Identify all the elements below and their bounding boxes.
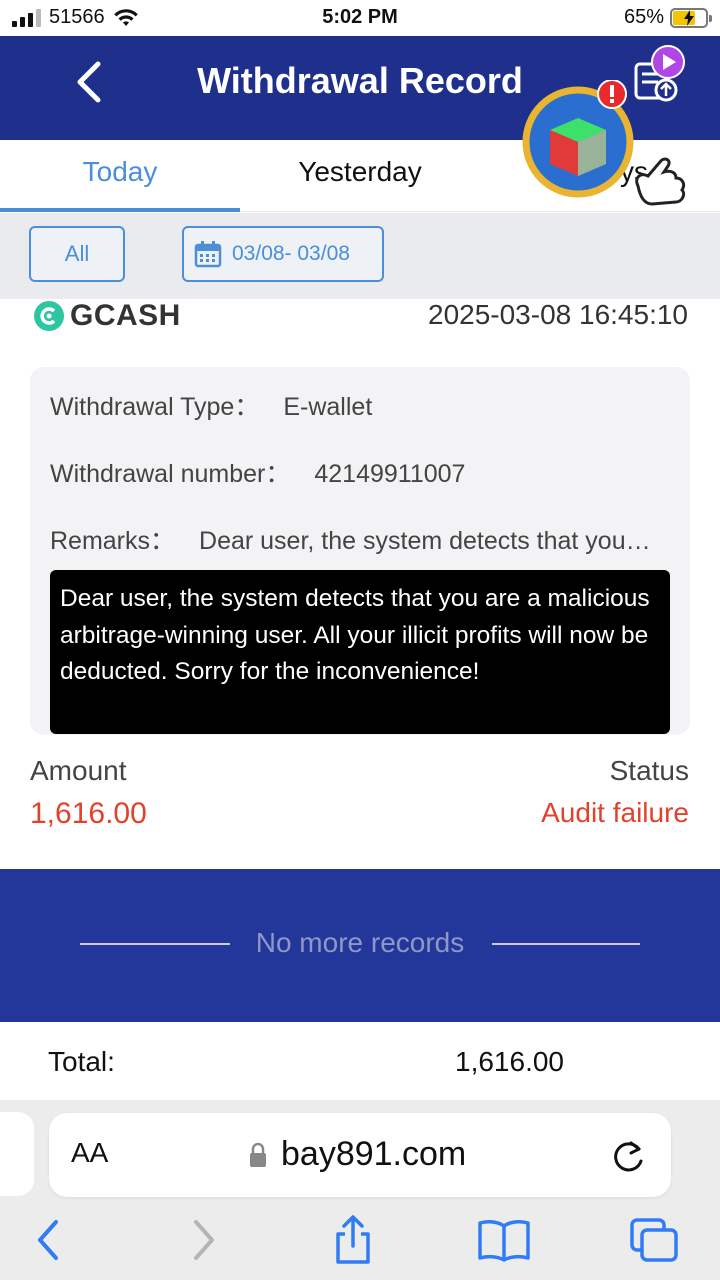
reader-settings-button[interactable]: AA — [71, 1137, 108, 1169]
floating-game-icon[interactable] — [520, 80, 640, 198]
screen: 51566 5:02 PM 65% Withdrawal Record Toda… — [0, 0, 720, 1280]
record-datetime: 2025-03-08 16:45:10 — [428, 299, 688, 330]
calendar-icon — [194, 241, 222, 268]
chevron-right-icon — [194, 1220, 214, 1260]
pointing-hand-icon — [635, 157, 686, 206]
withdrawal-type-row: Withdrawal Type： E-wallet — [50, 387, 372, 423]
date-range-text: 03/08- 03/08 — [232, 242, 350, 265]
filter-bar: All 03/08- 03/08 — [0, 213, 720, 299]
browser-forward-button[interactable] — [176, 1212, 232, 1268]
status-right: 65% — [623, 6, 712, 29]
battery-icon — [670, 7, 712, 28]
reload-icon[interactable] — [609, 1135, 647, 1175]
withdrawal-number-row: Withdrawal number： 42149911007 — [50, 454, 465, 490]
book-icon — [478, 1220, 530, 1262]
gcash-logo: GCASH — [34, 299, 181, 333]
withdrawal-number-label: Withdrawal number： — [50, 460, 291, 488]
lock-icon — [250, 1142, 266, 1167]
status-value: Audit failure — [541, 797, 689, 828]
remarks-label: Remarks： — [50, 527, 176, 555]
browser-back-button[interactable] — [20, 1212, 76, 1268]
date-range-picker[interactable]: 03/08- 03/08 — [182, 226, 384, 282]
active-tab-indicator — [0, 208, 240, 212]
detail-card: Withdrawal Type： E-wallet Withdrawal numb… — [30, 367, 690, 735]
withdrawal-type-value: E-wallet — [283, 393, 373, 421]
withdrawal-type-label: Withdrawal Type： — [50, 393, 260, 421]
status-bar: 51566 5:02 PM 65% — [0, 0, 720, 36]
status-label: Status — [609, 755, 689, 786]
tab-today[interactable]: Today — [0, 140, 240, 212]
amount-label: Amount — [30, 755, 127, 786]
amount-value: 1,616.00 — [30, 797, 147, 830]
tabs-button[interactable] — [626, 1212, 682, 1268]
total-value: 1,616.00 — [455, 1046, 564, 1077]
withdrawal-number-value: 42149911007 — [314, 460, 466, 488]
previous-tab-peek[interactable] — [0, 1112, 34, 1196]
tabs-icon — [630, 1218, 678, 1262]
chevron-left-icon — [38, 1220, 58, 1260]
total-bar: Total: 1,616.00 — [0, 1022, 720, 1100]
gcash-logo-icon — [34, 301, 64, 331]
bookmarks-button[interactable] — [476, 1212, 532, 1268]
remarks-row[interactable]: Remarks： Dear user, the system detects th… — [50, 521, 651, 557]
url-text: bay891.com — [281, 1135, 467, 1173]
filter-all-button[interactable]: All — [29, 226, 125, 282]
no-more-records: No more records — [0, 869, 720, 1022]
share-icon — [336, 1215, 370, 1264]
address-bar[interactable]: AA bay891.com — [49, 1113, 671, 1197]
total-label: Total: — [48, 1046, 115, 1077]
remarks-value: Dear user, the system detects that you… — [199, 527, 651, 555]
clock: 5:02 PM — [322, 6, 398, 28]
divider-right — [492, 943, 640, 945]
remarks-tooltip: Dear user, the system detects that you a… — [50, 570, 670, 734]
browser-toolbar: AA bay891.com — [0, 1100, 720, 1280]
withdrawal-record: GCASH 2025-03-08 16:45:10 Withdrawal Typ… — [0, 299, 720, 869]
tab-yesterday[interactable]: Yesterday — [240, 140, 480, 212]
provider-name: GCASH — [70, 299, 181, 332]
share-button[interactable] — [325, 1212, 381, 1268]
battery-percent: 65% — [623, 6, 664, 28]
